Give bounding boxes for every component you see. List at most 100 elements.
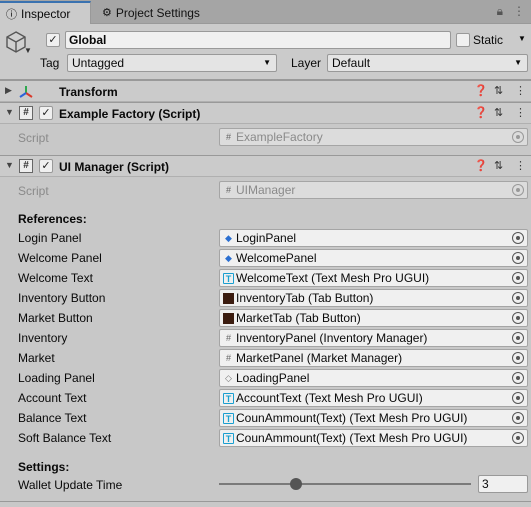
kebab-menu-icon[interactable]: ⋮ [513,4,525,19]
tab-bar-controls: 🔒︎ ⋮ [497,4,525,19]
account-text-field[interactable]: T AccountText (Text Mesh Pro UGUI) [219,389,528,407]
ui-manager-title: UI Manager (Script) [59,160,170,174]
object-picker-icon[interactable] [512,312,524,324]
ui-manager-script-field: # UIManager [219,181,528,199]
welcome-panel-value: WelcomePanel [236,251,317,265]
object-picker-icon[interactable] [512,372,524,384]
welcome-text-label: Welcome Text [18,271,93,285]
balance-text-value: CounAmmount(Text) (Text Mesh Pro UGUI) [236,411,468,425]
wallet-update-time-slider-track[interactable] [219,483,471,485]
soft-balance-text-field[interactable]: T CounAmmount(Text) (Text Mesh Pro UGUI) [219,429,528,447]
fold-down-icon[interactable]: ▼ [5,160,14,170]
loading-panel-field[interactable]: ◇ LoadingPanel [219,369,528,387]
example-factory-script-field: # ExampleFactory [219,128,528,146]
script-icon: # [225,352,231,363]
object-picker-icon[interactable] [512,272,524,284]
script-file-icon: # [225,184,231,195]
object-picker-icon[interactable] [512,232,524,244]
object-picker-icon[interactable] [512,412,524,424]
inventory-button-value: InventoryTab (Tab Button) [236,291,374,305]
cube-icon: ◆ [225,232,232,243]
account-text-label: Account Text [18,391,87,405]
text-icon: T [223,272,234,284]
preset-icon[interactable]: ⇅ [494,159,503,172]
preset-icon[interactable]: ⇅ [494,84,503,97]
object-picker-icon[interactable] [512,352,524,364]
tab-icon [223,292,234,304]
tag-value: Untagged [72,56,125,70]
chevron-down-icon: ▼ [263,58,271,67]
help-icon[interactable]: ❓ [474,106,488,119]
fold-right-icon[interactable]: ▶ [5,85,12,96]
object-name-field[interactable]: Global [65,31,451,49]
script-icon: # [19,106,33,120]
references-header: References: [18,212,87,226]
divider [0,501,531,502]
lock-icon[interactable]: 🔒︎ [497,4,503,19]
text-icon: T [223,432,234,444]
transform-component-header[interactable]: ▶ Transform ❓ ⇅ ⋮ [0,80,531,102]
ui-manager-enabled-checkbox[interactable]: ✓ [39,159,53,173]
layer-label: Layer [291,56,322,70]
prefab-cube-icon: ◇ [225,372,232,383]
market-button-field[interactable]: MarketTab (Tab Button) [219,309,528,327]
script-file-icon: # [225,131,231,142]
object-picker-icon[interactable] [512,252,524,264]
welcome-panel-field[interactable]: ◆ WelcomePanel [219,249,528,267]
object-picker-icon[interactable] [512,292,524,304]
login-panel-label: Login Panel [18,231,82,245]
script-icon: # [225,332,231,343]
kebab-menu-icon[interactable]: ⋮ [515,159,526,172]
welcome-panel-label: Welcome Panel [18,251,102,265]
balance-text-field[interactable]: T CounAmmount(Text) (Text Mesh Pro UGUI) [219,409,528,427]
preset-icon[interactable]: ⇅ [494,106,503,119]
tab-bar: ⓘ Inspector ⚙ Project Settings 🔒︎ ⋮ [0,0,531,24]
help-icon[interactable]: ❓ [474,159,488,172]
inventory-value: InventoryPanel (Inventory Manager) [236,331,428,345]
static-checkbox[interactable] [456,33,470,47]
wallet-update-time-slider-handle[interactable] [290,478,302,490]
market-label: Market [18,351,55,365]
market-field[interactable]: # MarketPanel (Market Manager) [219,349,528,367]
soft-balance-text-value: CounAmmount(Text) (Text Mesh Pro UGUI) [236,431,468,445]
tab-project-settings[interactable]: ⚙ Project Settings [98,1,200,24]
gear-icon: ⚙ [102,7,112,19]
kebab-menu-icon[interactable]: ⋮ [515,106,526,119]
ui-manager-script-value: UIManager [236,183,296,197]
transform-icon [19,86,33,98]
object-picker-icon[interactable] [512,432,524,444]
wallet-update-time-label: Wallet Update Time [18,478,123,492]
static-chevron-down-icon[interactable]: ▼ [518,34,526,43]
layer-dropdown[interactable]: Default ▼ [327,54,528,72]
static-label: Static [473,33,504,47]
tag-dropdown[interactable]: Untagged ▼ [67,54,277,72]
soft-balance-text-label: Soft Balance Text [18,431,112,445]
market-button-label: Market Button [18,311,93,325]
cube-icon: ◆ [225,252,232,263]
object-picker-icon [512,131,524,143]
fold-down-icon[interactable]: ▼ [5,107,14,117]
object-picker-icon[interactable] [512,332,524,344]
chevron-down-icon[interactable]: ▼ [24,46,32,55]
active-checkbox[interactable]: ✓ [46,33,60,47]
example-factory-enabled-checkbox[interactable]: ✓ [39,106,53,120]
welcome-text-field[interactable]: T WelcomeText (Text Mesh Pro UGUI) [219,269,528,287]
wallet-update-time-input[interactable]: 3 [478,475,528,493]
inventory-button-field[interactable]: InventoryTab (Tab Button) [219,289,528,307]
example-factory-component-header[interactable]: ▼ # ✓ Example Factory (Script) ❓ ⇅ ⋮ [0,102,531,124]
inventory-field[interactable]: # InventoryPanel (Inventory Manager) [219,329,528,347]
market-value: MarketPanel (Market Manager) [236,351,403,365]
transform-title: Transform [59,85,118,99]
ui-manager-component-header[interactable]: ▼ # ✓ UI Manager (Script) ❓ ⇅ ⋮ [0,155,531,177]
balance-text-label: Balance Text [18,411,87,425]
login-panel-field[interactable]: ◆ LoginPanel [219,229,528,247]
help-icon[interactable]: ❓ [474,84,488,97]
object-picker-icon[interactable] [512,392,524,404]
settings-header: Settings: [18,460,70,474]
inventory-button-label: Inventory Button [18,291,106,305]
tab-icon [223,312,234,324]
tab-inspector[interactable]: ⓘ Inspector [0,1,91,24]
tag-label: Tag [40,56,60,70]
kebab-menu-icon[interactable]: ⋮ [515,84,526,97]
tab-inspector-label: Inspector [21,6,71,21]
